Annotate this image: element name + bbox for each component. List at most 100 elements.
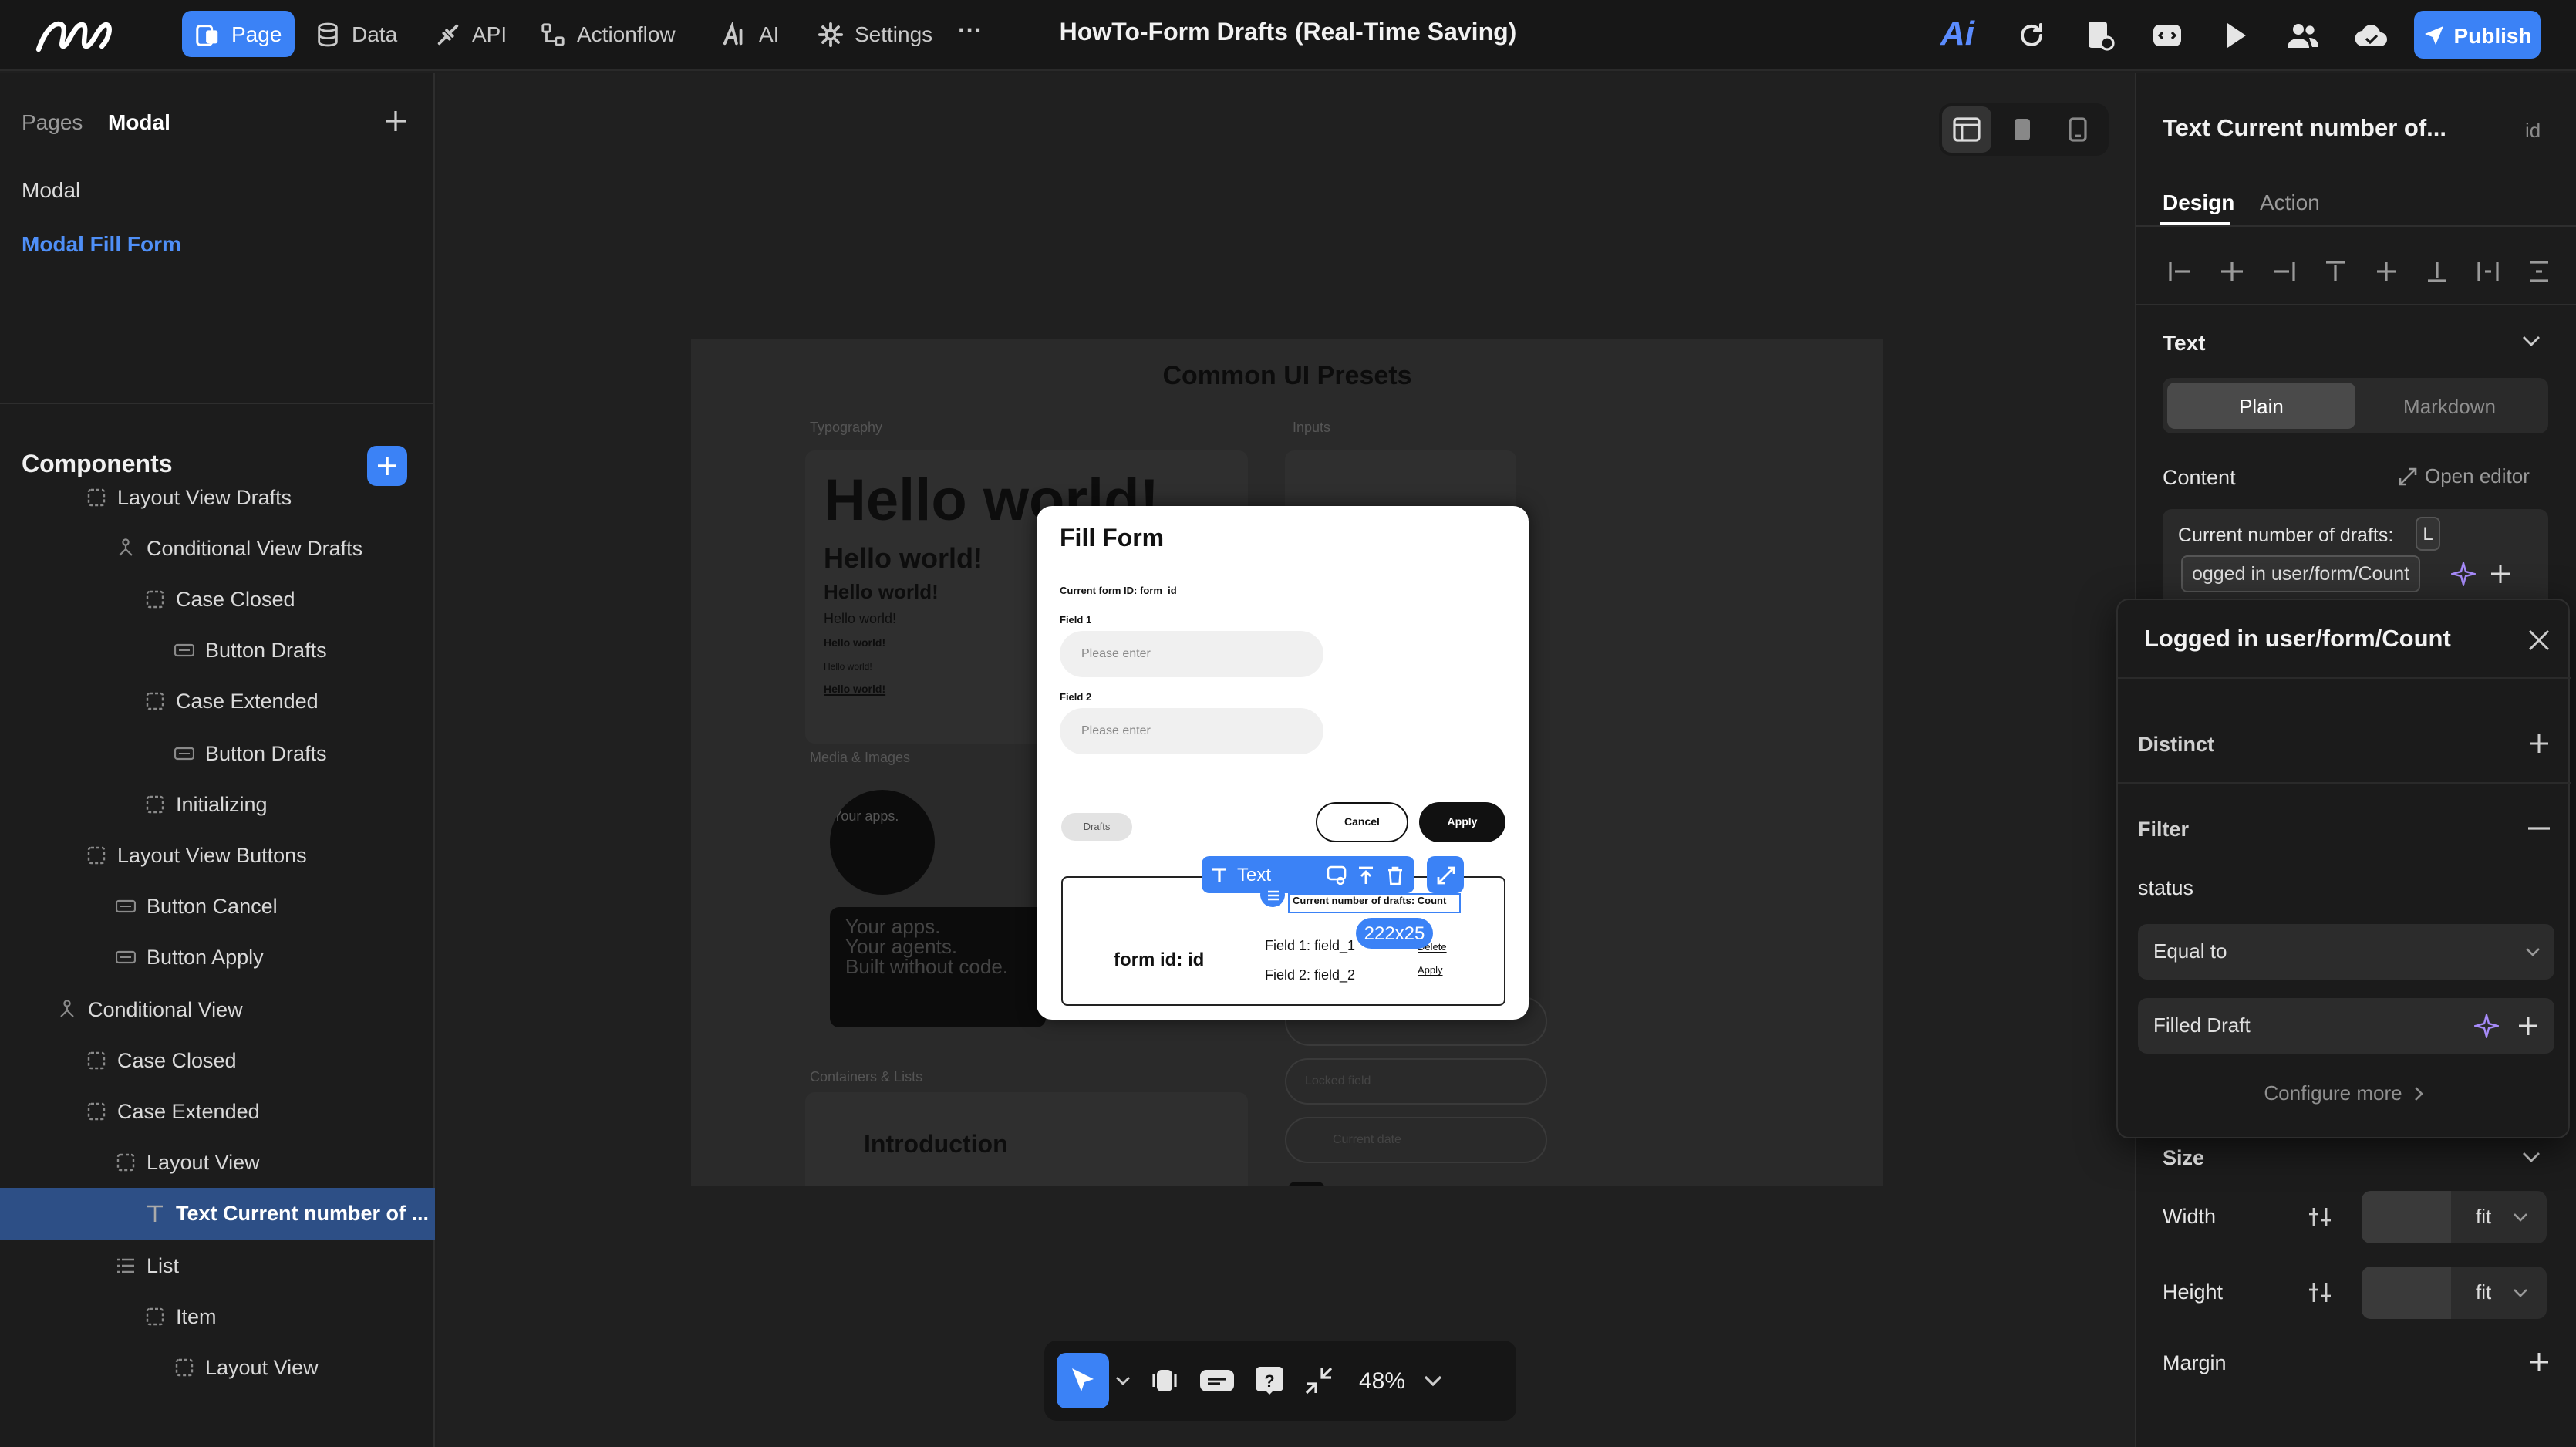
play-icon[interactable] — [2218, 19, 2252, 52]
collapse-icon[interactable] — [1303, 1365, 1334, 1396]
chevron-down-icon[interactable] — [1115, 1374, 1131, 1387]
mobile-view-button[interactable] — [2053, 106, 2102, 153]
move-up-icon[interactable] — [1356, 865, 1376, 885]
tree-item[interactable]: Button Apply — [0, 932, 435, 984]
open-editor-link[interactable]: Open editor — [2399, 464, 2530, 487]
tree-item[interactable]: Layout View Drafts — [0, 477, 435, 523]
code-icon[interactable] — [2150, 19, 2184, 52]
ai-sparkle-icon[interactable] — [2474, 1014, 2499, 1038]
add-distinct-icon[interactable] — [2528, 733, 2550, 754]
add-value-icon[interactable] — [2517, 1015, 2539, 1037]
expand-button[interactable] — [1427, 856, 1464, 893]
chevron-down-icon[interactable] — [2513, 1288, 2528, 1299]
add-margin-icon[interactable] — [2528, 1351, 2550, 1373]
element-id[interactable]: id — [2525, 119, 2541, 142]
variable-chip-start[interactable]: L — [2416, 517, 2440, 551]
tree-item[interactable]: List — [0, 1239, 435, 1291]
refresh-icon[interactable] — [2015, 19, 2048, 52]
nav-api[interactable]: API — [423, 11, 519, 57]
height-value-box[interactable] — [2362, 1267, 2451, 1319]
variable-chip[interactable]: ogged in user/form/Count — [2181, 555, 2421, 592]
tree-item[interactable]: Initializing — [0, 777, 435, 830]
tree-item[interactable]: Case Closed — [0, 1034, 435, 1086]
width-input[interactable]: fit — [2362, 1191, 2547, 1243]
height-mode[interactable]: fit — [2476, 1280, 2491, 1304]
tree-item[interactable]: Button Drafts — [0, 624, 435, 676]
configure-more-link[interactable]: Configure more — [2118, 1081, 2571, 1105]
tree-item[interactable]: Layout View Buttons — [0, 829, 435, 882]
zoom-chevron-icon[interactable] — [1424, 1374, 1442, 1387]
tree-item[interactable]: Case Closed — [0, 573, 435, 626]
field2-input[interactable]: Please enter — [1060, 708, 1323, 754]
nav-actionflow[interactable]: Actionflow — [528, 11, 688, 57]
chevron-down-icon[interactable] — [2513, 1213, 2528, 1223]
sizing-mode-icon[interactable] — [2308, 1280, 2332, 1305]
publish-button[interactable]: Publish — [2414, 11, 2541, 59]
tree-item[interactable]: Item — [0, 1290, 435, 1342]
card-apply-link[interactable]: Apply — [1418, 966, 1443, 976]
mode-markdown[interactable]: Markdown — [2355, 383, 2544, 429]
tree-item[interactable]: Layout View — [0, 1341, 435, 1394]
tab-design[interactable]: Design — [2163, 190, 2234, 214]
help-icon[interactable]: ? — [1254, 1365, 1285, 1396]
tree-item[interactable]: Conditional View — [0, 983, 435, 1035]
height-input[interactable]: fit — [2362, 1267, 2547, 1319]
mode-plain[interactable]: Plain — [2167, 383, 2355, 429]
operator-select[interactable]: Equal to — [2138, 924, 2554, 980]
tree-item[interactable]: Case Extended — [0, 1085, 435, 1138]
apply-button[interactable]: Apply — [1419, 802, 1505, 842]
cancel-button[interactable]: Cancel — [1316, 802, 1408, 842]
tablet-view-button[interactable] — [1998, 106, 2047, 153]
comment-icon[interactable] — [1327, 865, 1347, 885]
tab-pages[interactable]: Pages — [22, 110, 83, 134]
page-settings-icon[interactable] — [2082, 19, 2116, 52]
ai-sparkle-icon[interactable] — [2451, 562, 2476, 586]
tree-item[interactable]: Button Cancel — [0, 880, 435, 933]
cloud-icon[interactable] — [2354, 19, 2388, 52]
width-mode[interactable]: fit — [2476, 1205, 2491, 1228]
filter-value-field[interactable]: Filled Draft — [2138, 998, 2554, 1054]
sizing-mode-icon[interactable] — [2308, 1205, 2332, 1229]
chevron-down-icon[interactable] — [2522, 335, 2541, 347]
tree-item[interactable]: Button Drafts — [0, 727, 435, 779]
nav-page[interactable]: Page — [182, 11, 295, 57]
chevron-down-icon[interactable] — [2522, 1151, 2541, 1163]
tree-item[interactable]: Case Extended — [0, 676, 435, 728]
tab-action[interactable]: Action — [2260, 190, 2320, 214]
field1-input[interactable]: Please enter — [1060, 631, 1323, 677]
ai-assistant-icon[interactable]: Ai — [1940, 14, 1974, 54]
alignment-toolbar[interactable] — [2167, 258, 2553, 285]
selected-text-element[interactable]: Current number of drafts: Count — [1288, 893, 1461, 913]
nav-settings[interactable]: Settings — [805, 11, 945, 57]
tree-item[interactable]: Text Current number of ... — [0, 1187, 435, 1240]
nav-ai[interactable]: AI — [710, 11, 791, 57]
page-item-modal-fill-form[interactable]: Modal Fill Form — [22, 231, 181, 256]
users-icon[interactable] — [2286, 19, 2320, 52]
content-label: Content — [2163, 466, 2236, 489]
width-value-box[interactable] — [2362, 1191, 2451, 1243]
layout-icon — [87, 1051, 106, 1069]
page-icon — [196, 24, 218, 46]
collapse-filter-icon[interactable] — [2528, 827, 2550, 830]
tree-item[interactable]: Conditional View Drafts — [0, 521, 435, 574]
drafts-button[interactable]: Drafts — [1061, 813, 1132, 841]
desktop-view-button[interactable] — [1942, 106, 1991, 153]
page-item-modal[interactable]: Modal — [22, 177, 80, 202]
bottom-toolbar: ? 48% — [1044, 1341, 1516, 1421]
add-page-icon[interactable] — [384, 110, 407, 133]
tab-modal[interactable]: Modal — [108, 110, 170, 134]
nav-data[interactable]: Data — [302, 11, 410, 57]
zoom-level[interactable]: 48% — [1359, 1368, 1405, 1394]
select-tool-button[interactable] — [1057, 1353, 1109, 1408]
logo-icon[interactable] — [34, 15, 117, 56]
fill-form-modal: Fill Form Current form ID: form_id Field… — [1037, 506, 1529, 1020]
chevron-down-icon[interactable] — [2525, 947, 2541, 958]
hand-tool-icon[interactable] — [1149, 1365, 1180, 1396]
close-icon[interactable] — [2528, 629, 2550, 651]
tree-item[interactable]: Layout View — [0, 1136, 435, 1189]
comment-tool-icon[interactable] — [1199, 1365, 1236, 1396]
delete-icon[interactable] — [1385, 865, 1405, 885]
drag-handle[interactable] — [1260, 882, 1285, 907]
add-variable-icon[interactable] — [2490, 563, 2511, 585]
tree-item-label: Button Cancel — [147, 895, 278, 919]
